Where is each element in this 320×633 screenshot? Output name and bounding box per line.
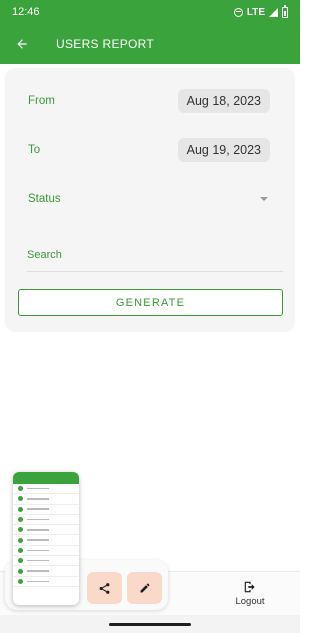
dropdown-arrow-icon xyxy=(260,196,268,201)
logout-button[interactable]: Logout xyxy=(230,580,270,607)
thumbnail-row xyxy=(13,494,79,505)
thumbnail-row xyxy=(13,535,79,546)
app-screen: 12:46 LTE USERS REPORT From Aug 18, 2023… xyxy=(0,0,300,633)
signal-icon xyxy=(269,7,278,17)
share-icon xyxy=(99,582,110,594)
status-time: 12:46 xyxy=(12,6,40,18)
thumbnail-row xyxy=(13,556,79,567)
status-icons: LTE xyxy=(233,4,288,18)
edit-screenshot-button[interactable] xyxy=(127,572,162,604)
search-input[interactable]: Search xyxy=(27,238,283,272)
from-label: From xyxy=(28,94,55,107)
from-date-row: From Aug 18, 2023 xyxy=(5,88,295,113)
thumbnail-row xyxy=(13,546,79,557)
to-date-picker[interactable]: Aug 19, 2023 xyxy=(177,137,270,162)
back-button[interactable] xyxy=(0,24,44,64)
thumbnail-row xyxy=(13,577,79,587)
report-filter-card: From Aug 18, 2023 To Aug 19, 2023 Status… xyxy=(5,68,295,332)
from-date-picker[interactable]: Aug 18, 2023 xyxy=(177,88,270,113)
do-not-disturb-icon xyxy=(233,7,243,17)
thumbnail-row xyxy=(13,525,79,536)
thumbnail-row xyxy=(13,566,79,577)
to-date-row: To Aug 19, 2023 xyxy=(5,137,295,162)
network-label: LTE xyxy=(246,6,265,18)
status-dropdown[interactable]: Status xyxy=(5,186,295,211)
share-screenshot-button[interactable] xyxy=(87,572,122,604)
screenshot-thumbnail[interactable] xyxy=(13,472,79,605)
to-label: To xyxy=(28,143,41,156)
thumbnail-app-bar xyxy=(13,472,79,484)
thumbnail-row xyxy=(13,484,79,495)
generate-button[interactable]: GENERATE xyxy=(18,289,283,316)
arrow-back-icon xyxy=(17,39,27,49)
logout-icon xyxy=(244,581,255,593)
thumbnail-row xyxy=(13,515,79,526)
app-bar: USERS REPORT xyxy=(0,24,300,64)
edit-pencil-icon xyxy=(140,583,149,593)
status-bar: 12:46 LTE xyxy=(0,0,300,24)
thumbnail-row xyxy=(13,505,79,515)
logout-label: Logout xyxy=(235,596,265,607)
system-navigation-area xyxy=(0,615,300,633)
page-title: USERS REPORT xyxy=(56,37,155,51)
battery-icon xyxy=(282,4,288,18)
status-label: Status xyxy=(28,192,61,205)
gesture-handle[interactable] xyxy=(109,623,191,626)
search-placeholder: Search xyxy=(27,248,62,261)
